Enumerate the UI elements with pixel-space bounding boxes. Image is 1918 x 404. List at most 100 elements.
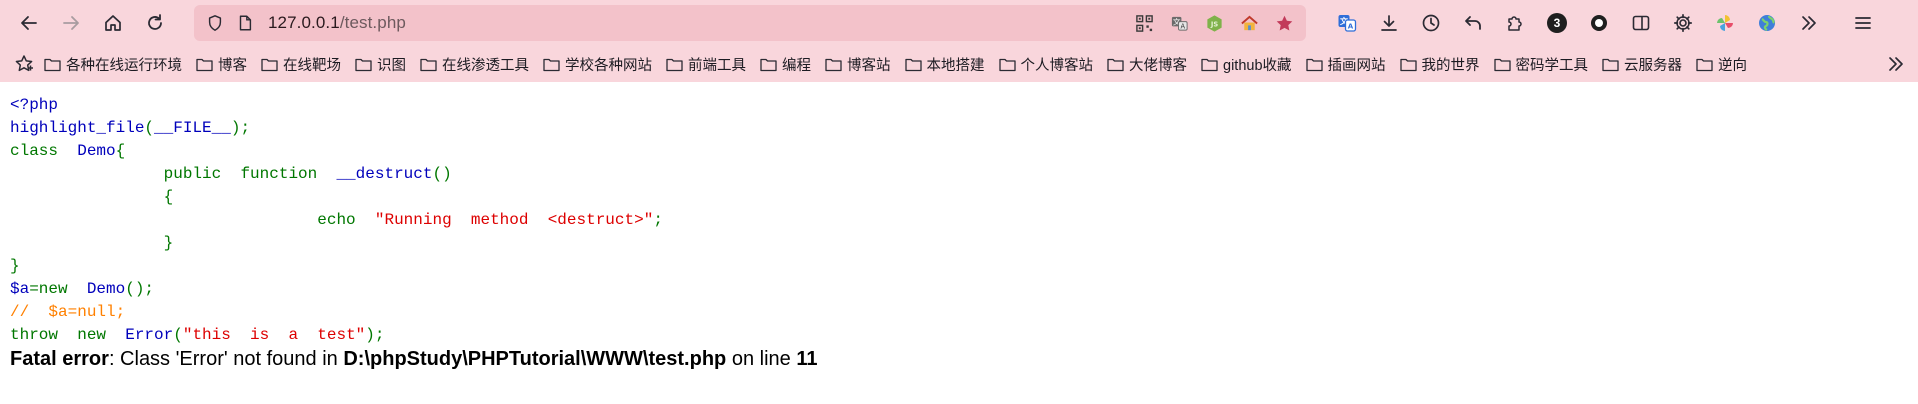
downloads-button[interactable] [1372,6,1406,40]
bookmark-folder[interactable]: 前端工具 [666,54,746,75]
nodejs-extension-button[interactable]: JS [1200,9,1228,37]
bookmark-folder[interactable]: 个人博客站 [998,54,1093,75]
url-host: 127.0.0.1 [268,13,340,32]
back-button[interactable] [11,5,47,41]
bookmark-folder-label: 逆向 [1718,57,1748,74]
pinwheel-icon [1717,15,1733,31]
bookmark-folder-label: 编程 [782,57,811,74]
bookmark-folder-label: 各种在线运行环境 [66,57,182,74]
code-token: Demo [86,280,126,298]
bookmark-folder-label: 在线渗透工具 [442,57,529,74]
code-token: () [432,165,452,183]
bookmark-star-button[interactable] [1270,9,1298,37]
nodejs-hexagon-icon: JS [1206,14,1222,32]
bookmark-folder-label: github收藏 [1223,57,1292,74]
bookmark-folder-label: 插画网站 [1327,57,1386,74]
bookmark-folder[interactable]: 我的世界 [1399,54,1480,75]
tracking-protection-shield-icon[interactable] [202,10,228,36]
toolbar-right-tools: 文A 3 [1330,5,1880,41]
page-info-icon[interactable] [232,10,258,36]
bookmark-folder[interactable]: 在线靶场 [261,54,341,75]
code-token: } [10,234,174,252]
bookmark-folder[interactable]: 识图 [355,54,406,75]
url-path: /test.php [339,13,406,32]
translate-page-button[interactable]: 文A [1165,9,1193,37]
bookmark-folder[interactable]: 在线渗透工具 [420,54,529,75]
folder-icon [543,58,560,71]
forward-button[interactable] [53,5,89,41]
colored-house-icon [1240,15,1258,30]
code-token: (); [125,280,155,298]
bookmark-folder[interactable]: 本地搭建 [904,54,985,75]
double-chevron-right-icon [1889,57,1903,71]
undo-close-tab-button[interactable] [1456,6,1490,40]
app-menu-button[interactable] [1846,6,1880,40]
folder-icon [760,58,777,71]
house-extension-button[interactable] [1235,9,1263,37]
notification-count-button[interactable]: 3 [1540,6,1574,40]
address-bar-actions: 文A JS [1130,9,1298,37]
code-token: <?php [10,96,59,114]
bookmark-folder[interactable]: 插画网站 [1305,54,1386,75]
globe-icon [1759,15,1775,31]
code-token: throw new [10,326,126,344]
error-message: : Class 'Error' not found in [108,348,344,370]
settings-button[interactable] [1666,6,1700,40]
address-bar[interactable]: 127.0.0.1/test.php 文A JS [194,5,1306,41]
bookmark-folder[interactable]: 学校各种网站 [543,54,652,75]
code-token: Demo [77,142,116,160]
folder-icon [1696,58,1713,71]
folder-icon [261,58,278,71]
folder-icon [196,58,213,71]
globe-extension-button[interactable] [1750,6,1784,40]
bookmarks-toolbar: 各种在线运行环境 博客 在线靶场 识图 在线渗透工具 学校各种网站 前端工具 编程 博客站 本地搭… [0,46,1918,82]
folder-icon [998,58,1016,71]
bookmark-folder-label: 大佬博客 [1129,57,1187,74]
bookmark-folder[interactable]: 各种在线运行环境 [44,54,182,75]
svg-text:A: A [1348,23,1354,31]
bookmark-folder[interactable]: 逆向 [1696,54,1747,75]
code-line: class Demo{ [10,140,663,163]
circle-extension-button[interactable] [1582,6,1616,40]
bookmarks-overflow-button[interactable] [1886,54,1906,74]
bookmark-folder-label: 识图 [377,57,406,74]
error-on-line-text: on line [726,348,797,370]
bookmark-folder[interactable]: 博客 [196,54,247,75]
qr-code-button[interactable] [1130,9,1158,37]
more-tools-button[interactable] [1792,6,1826,40]
bookmark-folder-list: 各种在线运行环境 博客 在线靶场 识图 在线渗透工具 学校各种网站 前端工具 编程 博客站 本地搭… [44,54,1761,75]
folder-icon [355,58,372,71]
star-filled-icon [1276,15,1292,31]
folder-icon [1602,58,1619,71]
colorful-extension-button[interactable] [1708,6,1742,40]
error-line-number: 11 [796,348,818,370]
extensions-button[interactable] [1498,6,1532,40]
bookmark-folder[interactable]: 编程 [760,54,811,75]
url-text[interactable]: 127.0.0.1/test.php [268,13,406,33]
code-token: highlight_file [10,119,145,137]
translator-extension-button[interactable]: 文A [1330,6,1364,40]
bookmark-folder[interactable]: 博客站 [825,54,891,75]
folder-icon [904,58,922,71]
history-button[interactable] [1414,6,1448,40]
code-token: __destruct [336,165,433,183]
reload-button[interactable] [137,5,173,41]
bookmark-folder[interactable]: 大佬博客 [1107,54,1187,75]
code-line: highlight_file(__FILE__); [10,117,663,140]
bookmark-folder[interactable]: 云服务器 [1602,54,1682,75]
folder-icon [1305,58,1323,71]
code-line: public function __destruct() [10,163,663,186]
code-token: "Running method <destruct>" [374,211,654,229]
code-line: echo "Running method <destruct>"; [10,209,663,232]
bookmark-folder[interactable]: 密码学工具 [1493,54,1588,75]
code-line: throw new Error("this is a test"); [10,324,663,347]
code-token: echo [317,211,375,229]
ring-icon [1591,15,1607,31]
highlighted-source-code: <?php highlight_file(__FILE__); class Demo… [10,94,663,347]
bookmark-folder[interactable]: github收藏 [1201,54,1292,75]
sidebar-toggle-button[interactable] [1624,6,1658,40]
bookmark-manager-icon[interactable] [14,54,34,74]
home-button[interactable] [95,5,131,41]
bookmark-folder-label: 前端工具 [688,57,746,74]
